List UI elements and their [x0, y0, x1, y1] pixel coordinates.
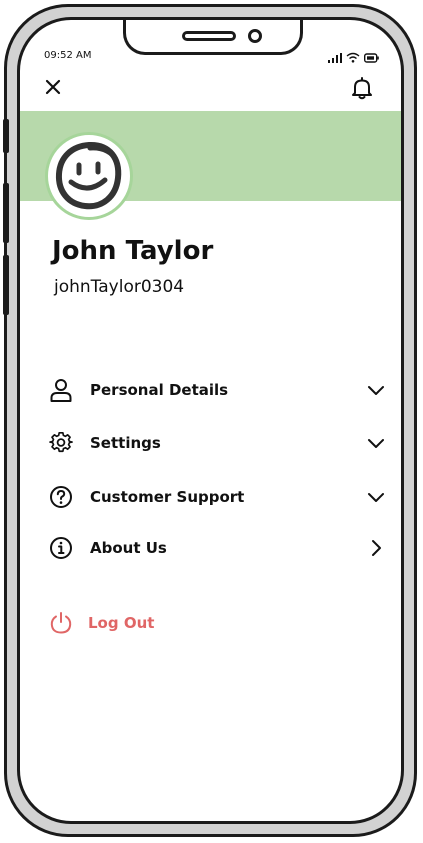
status-icons: [328, 48, 379, 67]
status-time: 09:52 AM: [44, 50, 92, 61]
phone-screen: 09:52 AM John Taylor johnTaylor0304 Pers…: [17, 17, 404, 824]
volume-up-button: [3, 183, 9, 243]
battery-icon: [363, 48, 379, 67]
question-circle-icon: [48, 484, 74, 510]
phone-frame: 09:52 AM John Taylor johnTaylor0304 Pers…: [3, 4, 417, 837]
chevron-down-icon[interactable]: [365, 486, 387, 508]
speaker-grille: [182, 31, 236, 41]
chevron-down-icon[interactable]: [365, 379, 387, 401]
smiley-face-icon: [48, 142, 130, 221]
wifi-icon: [346, 48, 360, 67]
menu-item-about-us[interactable]: About Us: [48, 532, 387, 564]
volume-down-button: [3, 255, 9, 315]
info-circle-icon: [48, 535, 74, 561]
menu-item-label: Personal Details: [90, 381, 229, 399]
gear-icon: [48, 430, 74, 456]
mute-switch: [3, 119, 9, 153]
profile-username: johnTaylor0304: [54, 277, 185, 297]
phone-notch: [123, 20, 303, 55]
logout-label: Log Out: [88, 614, 155, 632]
front-camera: [248, 29, 262, 43]
menu-item-customer-support[interactable]: Customer Support: [48, 481, 387, 513]
menu-item-label: Customer Support: [90, 488, 245, 506]
chevron-down-icon[interactable]: [365, 432, 387, 454]
menu-item-personal-details[interactable]: Personal Details: [48, 374, 387, 406]
logout-button[interactable]: Log Out: [48, 607, 387, 639]
menu-item-label: About Us: [90, 539, 167, 557]
close-icon[interactable]: [44, 78, 62, 100]
power-icon: [48, 610, 74, 636]
bell-icon[interactable]: [350, 76, 374, 104]
menu-item-label: Settings: [90, 434, 161, 452]
signal-icon: [328, 48, 342, 67]
chevron-right-icon[interactable]: [365, 537, 387, 559]
user-icon: [48, 377, 74, 403]
avatar[interactable]: [45, 132, 133, 220]
profile-name: John Taylor: [52, 236, 214, 266]
menu-item-settings[interactable]: Settings: [48, 427, 387, 459]
